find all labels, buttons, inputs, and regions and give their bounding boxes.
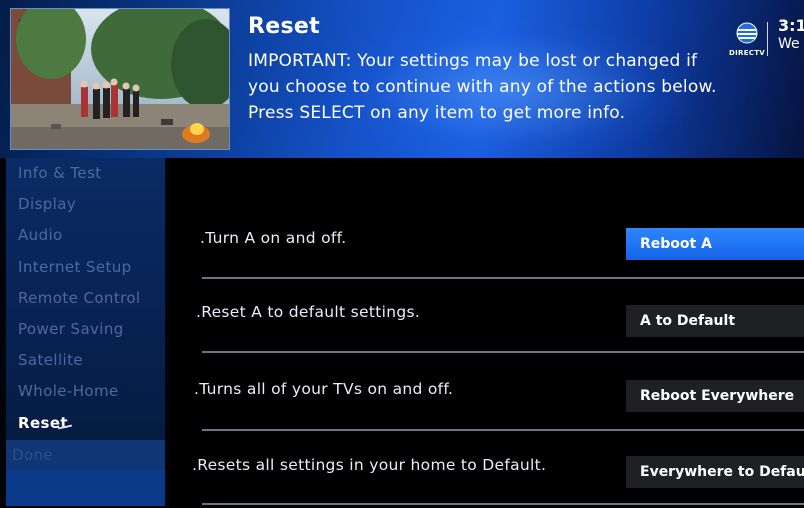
sidebar-item-power-saving[interactable]: Power Saving [18,320,124,338]
sidebar-item-reset[interactable]: Reset [18,414,68,432]
directv-logo: DIRECTV [727,22,767,57]
page-description: IMPORTANT: Your settings may be lost or … [248,51,717,123]
sidebar-item-done[interactable]: Done [12,446,53,464]
everywhere-to-default-button[interactable]: Everywhere to Default [626,456,804,488]
sidebar-item-audio[interactable]: Audio [18,226,63,244]
settings-sidebar: Info & Test Display Audio Internet Setup… [6,158,165,470]
tv-preview-image [11,9,229,149]
clock-date: We [778,36,800,52]
reset-options-panel: .Turn A on and off. Reboot A .Reset A to… [170,158,804,508]
sidebar-item-satellite[interactable]: Satellite [18,351,83,369]
sidebar-item-internet-setup[interactable]: Internet Setup [18,258,132,276]
live-tv-preview [10,8,230,150]
option-description: .Turns all of your TVs on and off. [194,380,454,398]
a-to-default-button[interactable]: A to Default [626,305,804,337]
sidebar-item-info-test[interactable]: Info & Test [18,164,102,182]
option-description: .Turn A on and off. [200,229,347,247]
option-description: .Resets all settings in your home to Def… [192,456,547,474]
sidebar-item-remote-control[interactable]: Remote Control [18,289,140,307]
row-divider [202,277,804,279]
option-description: .Reset A to default settings. [196,303,421,321]
sidebar-item-display[interactable]: Display [18,195,76,213]
row-divider [202,351,804,353]
clock-time: 3:1 [778,16,804,35]
header-divider [767,22,768,56]
sidebar-done-row[interactable]: Done [6,440,165,470]
page-title: Reset [248,14,320,39]
row-divider [202,429,804,431]
sidebar-footer [6,470,165,506]
reboot-everywhere-button[interactable]: Reboot Everywhere [626,380,804,412]
sidebar-item-whole-home[interactable]: Whole-Home [18,382,119,400]
globe-icon [736,22,758,44]
brand-label: DIRECTV [728,49,766,57]
reboot-a-button[interactable]: Reboot A [626,228,804,260]
row-divider [202,503,804,505]
